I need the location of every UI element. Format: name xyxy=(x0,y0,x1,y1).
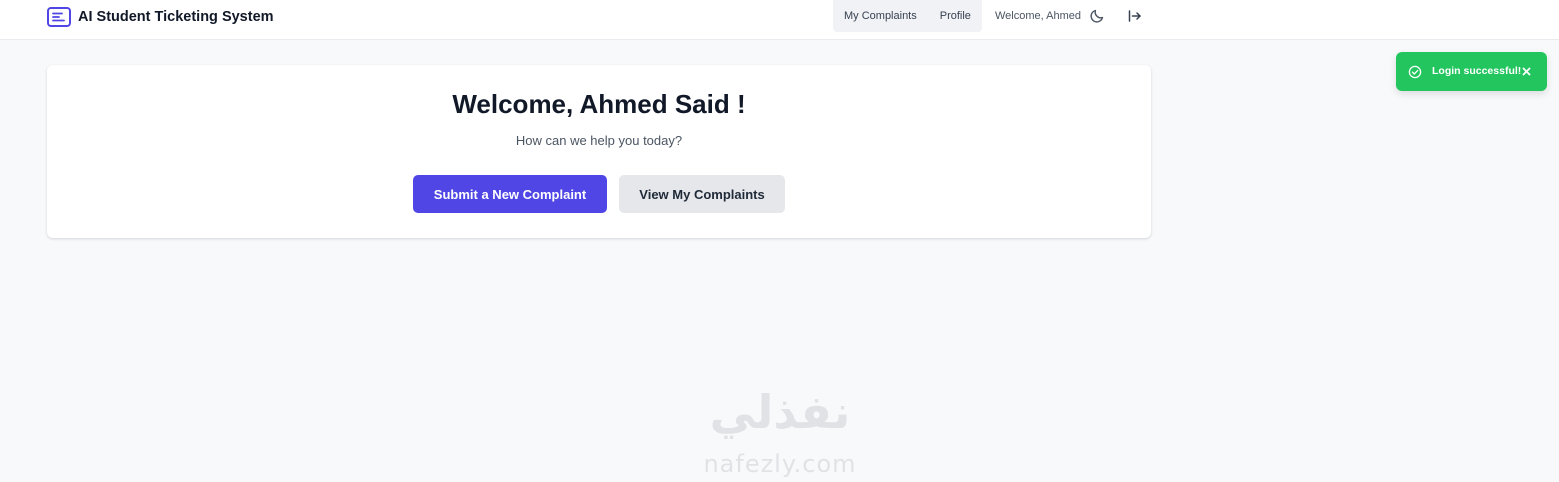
brand[interactable]: AI Student Ticketing System xyxy=(47,6,274,28)
submit-complaint-button[interactable]: Submit a New Complaint xyxy=(413,175,607,213)
page-title: Welcome, Ahmed Said ! xyxy=(452,89,746,119)
welcome-card: Welcome, Ahmed Said ! How can we help yo… xyxy=(47,65,1151,238)
close-icon[interactable] xyxy=(1520,65,1533,78)
page-subtitle: How can we help you today? xyxy=(515,133,683,148)
logout-button[interactable] xyxy=(1125,6,1145,26)
view-complaints-button[interactable]: View My Complaints xyxy=(619,175,785,213)
welcome-user-text: Welcome, Ahmed xyxy=(995,10,1082,22)
watermark-latin-text: nafezly.com xyxy=(703,450,857,478)
theme-toggle-button[interactable] xyxy=(1087,6,1107,26)
nav-link-my-complaints[interactable]: My Complaints xyxy=(833,0,929,32)
logout-icon xyxy=(1128,10,1141,22)
nav-links: My Complaints Profile xyxy=(833,0,982,32)
watermark-logo: نفذلي nafezly.com xyxy=(680,385,880,482)
toast-notification: Login successful! xyxy=(1396,52,1547,91)
top-navbar: AI Student Ticketing System My Complaint… xyxy=(0,0,1559,40)
check-circle-icon xyxy=(1408,65,1422,79)
moon-icon xyxy=(1090,9,1104,23)
nav-link-profile[interactable]: Profile xyxy=(929,0,982,32)
ticket-list-icon xyxy=(47,7,71,27)
app-title: AI Student Ticketing System xyxy=(78,9,274,25)
watermark-arabic-text: نفذلي xyxy=(709,385,851,439)
toast-message: Login successful! xyxy=(1432,65,1522,77)
